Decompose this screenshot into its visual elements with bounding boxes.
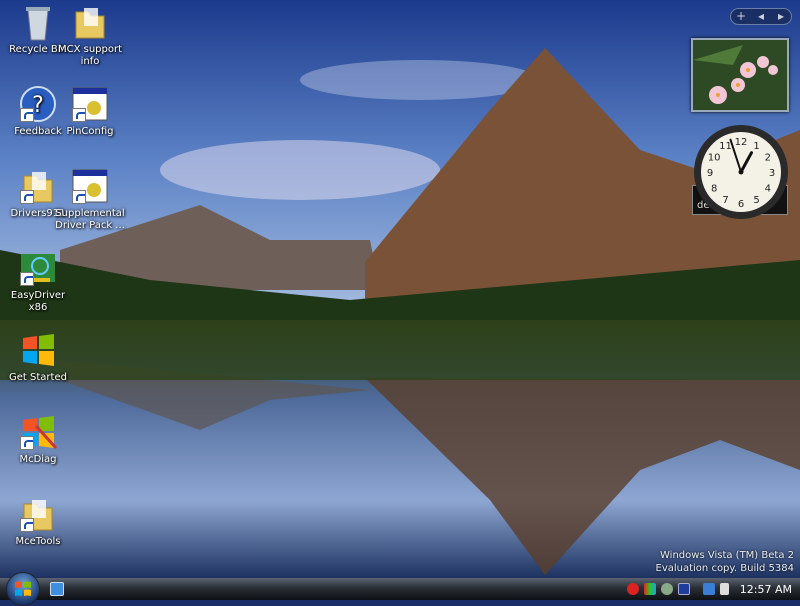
clock-numeral: 8: [711, 184, 717, 195]
system-tray: 12:57 AM: [626, 578, 800, 600]
clock-numeral: 12: [735, 137, 748, 148]
desktop-icon-mcx-support-info[interactable]: MCX support info: [52, 2, 128, 68]
clock-numeral: 6: [738, 199, 744, 210]
application-icon: [70, 84, 110, 124]
desktop-icon-label: PinConfig: [66, 126, 114, 137]
desktop-icon-pinconfig[interactable]: PinConfig: [52, 84, 128, 138]
clock-numeral: 7: [722, 195, 728, 206]
slideshow-gadget[interactable]: [691, 38, 789, 112]
application-icon: [70, 166, 110, 206]
clock-numeral: 2: [765, 153, 771, 164]
clock-numeral: 4: [765, 184, 771, 195]
folder-icon: [70, 2, 110, 42]
evaluation-watermark: Windows Vista (TM) Beta 2 Evaluation cop…: [656, 549, 795, 575]
sidebar-controls: + ◂ ▸: [730, 8, 792, 25]
start-button[interactable]: [6, 572, 40, 606]
desktop-icon-mcdiag[interactable]: McDiag: [0, 412, 76, 466]
power-plug-icon[interactable]: [660, 583, 673, 595]
circuit-board-icon: [18, 248, 58, 288]
taskbar-clock[interactable]: 12:57 AM: [740, 583, 792, 596]
shortcut-arrow-icon: [72, 190, 86, 204]
desktop-icon-mcetools[interactable]: MceTools: [0, 494, 76, 548]
shortcut-arrow-icon: [20, 190, 34, 204]
desktop-icon-label: Supplemental Driver Pack ...: [55, 208, 125, 231]
clock-numeral: 9: [707, 168, 713, 179]
clock-numeral: 10: [708, 153, 721, 164]
shortcut-arrow-icon: [20, 108, 34, 122]
watermark-line-2: Evaluation copy. Build 5384: [655, 563, 795, 574]
add-gadget-button[interactable]: +: [731, 9, 751, 24]
next-page-button[interactable]: ▸: [771, 9, 791, 24]
folder-icon: [18, 494, 58, 534]
desktop-icon-label: McDiag: [19, 454, 57, 465]
monitor-icon[interactable]: [677, 583, 690, 595]
shortcut-arrow-icon: [20, 436, 34, 450]
network-icon[interactable]: [702, 583, 715, 595]
windows-logo-icon: [15, 581, 31, 596]
clock-numeral: 1: [753, 141, 759, 152]
shortcut-arrow-icon: [20, 518, 34, 532]
shortcut-arrow-icon: [20, 272, 34, 286]
desktop-icon-label: MceTools: [15, 536, 61, 547]
clock-gadget[interactable]: 1234567891011 12: [693, 124, 789, 220]
previous-page-button[interactable]: ◂: [751, 9, 771, 24]
desktop-icon-get-started[interactable]: Get Started: [0, 330, 76, 384]
clock-numeral: 5: [753, 195, 759, 206]
windows-logo-icon: [18, 330, 58, 370]
desktop-icon-label: MCX support info: [57, 44, 123, 67]
volume-icon[interactable]: [719, 583, 729, 595]
flower-photo: [693, 40, 787, 110]
audio-meter-icon[interactable]: [643, 583, 656, 595]
desktop-icon-label: Get Started: [9, 372, 67, 383]
desktop-icon-label: EasyDriver x86: [10, 290, 66, 313]
diagnostic-icon: [18, 412, 58, 452]
desktop-icon-easydriver-x86[interactable]: EasyDriver x86: [0, 248, 76, 314]
quick-launch-icon[interactable]: [50, 582, 64, 596]
clock-numeral: 3: [769, 168, 775, 179]
desktop-icon-supplemental-driver-pack[interactable]: Supplemental Driver Pack ...: [52, 166, 128, 232]
watermark-line-1: Windows Vista (TM) Beta 2: [660, 550, 794, 561]
security-alert-icon[interactable]: [626, 583, 639, 595]
clock-numeral: 11: [719, 141, 732, 152]
shortcut-arrow-icon: [72, 108, 86, 122]
